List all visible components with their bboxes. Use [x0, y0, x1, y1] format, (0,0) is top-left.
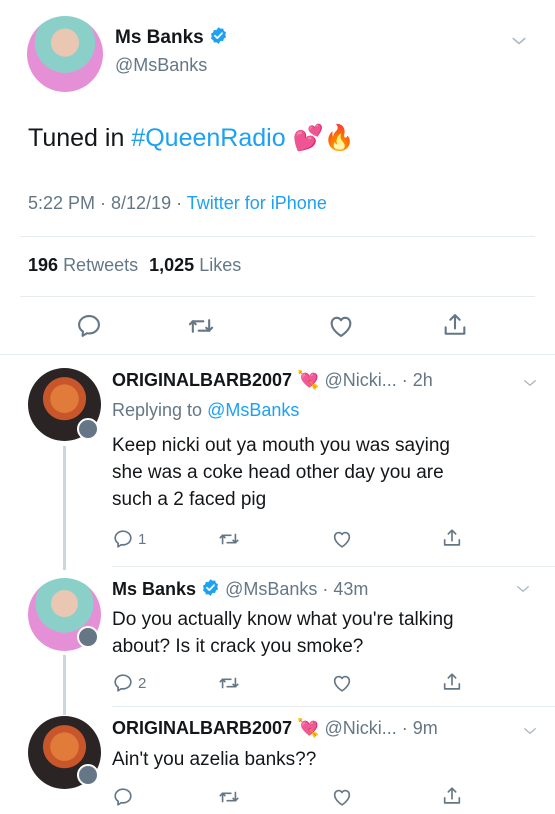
reply-text: Keep nicki out ya mouth you was saying s…	[112, 432, 450, 513]
share-icon[interactable]	[441, 785, 463, 807]
hashtag-link[interactable]: #QueenRadio	[131, 124, 285, 152]
retweets-count[interactable]: 196	[28, 255, 58, 275]
reply-count: 1	[138, 530, 147, 548]
handle[interactable]: @Nicki...	[325, 370, 397, 390]
reply-badge	[77, 626, 99, 648]
divider	[0, 354, 555, 355]
reply-icon[interactable]	[75, 312, 103, 340]
divider	[112, 706, 555, 707]
retweet-icon[interactable]	[218, 528, 240, 550]
tweet-emoji: 💕🔥	[292, 124, 355, 152]
name-emoji: 💘	[297, 370, 320, 390]
chevron-down-icon[interactable]	[521, 374, 539, 392]
chevron-down-icon[interactable]	[509, 31, 529, 51]
reply-text: Ain't you azelia banks??	[112, 746, 316, 773]
like-icon[interactable]	[331, 786, 353, 808]
retweet-icon[interactable]	[218, 786, 240, 808]
reply-icon[interactable]	[112, 786, 134, 808]
reply-icon[interactable]	[112, 672, 134, 694]
reply-text-line: about? Is it crack you smoke?	[112, 636, 364, 657]
reply-icon[interactable]	[112, 528, 134, 550]
tweet-meta: 5:22 PM · 8/12/19 · Twitter for iPhone	[28, 193, 327, 214]
replying-to: Replying to @MsBanks	[112, 400, 299, 421]
tweet-timestamp[interactable]: 5:22 PM · 8/12/19 ·	[28, 193, 182, 213]
verified-icon	[209, 26, 228, 45]
verified-icon	[201, 578, 220, 597]
reply-time: · 43m	[322, 579, 369, 599]
reply-time: · 9m	[401, 718, 438, 738]
display-name[interactable]: Ms Banks	[112, 579, 196, 599]
like-icon[interactable]	[331, 672, 353, 694]
chevron-down-icon[interactable]	[514, 580, 532, 598]
reply-text-line: Do you actually know what you're talking	[112, 609, 454, 630]
tweet-text: Tuned in #QueenRadio 💕🔥	[28, 124, 355, 153]
chevron-down-icon[interactable]	[521, 722, 539, 740]
retweet-icon[interactable]	[218, 672, 240, 694]
divider	[20, 236, 535, 237]
display-name[interactable]: Ms Banks	[115, 27, 204, 48]
reply-action[interactable]: 2	[112, 672, 146, 694]
reply-text-line: Keep nicki out ya mouth you was saying	[112, 435, 450, 456]
reply-badge	[77, 418, 99, 440]
reply-text-line: Ain't you azelia banks??	[112, 749, 317, 770]
share-icon[interactable]	[441, 311, 469, 339]
name-emoji: 💘	[297, 718, 320, 738]
replying-to-label: Replying to	[112, 400, 208, 420]
likes-count[interactable]: 1,025	[149, 255, 194, 275]
handle[interactable]: @Nicki...	[325, 718, 397, 738]
divider	[112, 566, 555, 567]
reply-header: ORIGINALBARB2007 💘 @Nicki... · 9m	[112, 718, 438, 739]
replying-to-handle[interactable]: @MsBanks	[207, 400, 299, 420]
tweet-source[interactable]: Twitter for iPhone	[187, 193, 327, 213]
handle[interactable]: @MsBanks	[115, 55, 207, 76]
tweet-text-prefix: Tuned in	[28, 124, 132, 152]
reply-text: Do you actually know what you're talking…	[112, 606, 454, 660]
handle[interactable]: @MsBanks	[225, 579, 317, 599]
display-name[interactable]: ORIGINALBARB2007	[112, 370, 292, 390]
reply-badge	[77, 764, 99, 786]
reply-action[interactable]: 1	[112, 528, 146, 550]
retweet-icon[interactable]	[187, 312, 215, 340]
like-icon[interactable]	[331, 528, 353, 550]
reply-header: ORIGINALBARB2007 💘 @Nicki... · 2h	[112, 370, 433, 391]
reply-count: 2	[138, 674, 147, 692]
retweets-label[interactable]: Retweets	[63, 255, 138, 275]
likes-label[interactable]: Likes	[199, 255, 241, 275]
thread-line	[63, 446, 66, 570]
divider	[20, 296, 535, 297]
reply-header: Ms Banks @MsBanks · 43m	[112, 578, 368, 600]
avatar[interactable]	[27, 16, 103, 92]
display-name-row[interactable]: Ms Banks	[115, 26, 228, 49]
display-name[interactable]: ORIGINALBARB2007	[112, 718, 292, 738]
reply-text-line: she was a coke head other day you are	[112, 462, 444, 483]
reply-time: · 2h	[401, 370, 433, 390]
like-icon[interactable]	[327, 312, 355, 340]
thread-line	[63, 655, 66, 715]
share-icon[interactable]	[441, 671, 463, 693]
reply-text-line: such a 2 faced pig	[112, 489, 267, 510]
share-icon[interactable]	[441, 527, 463, 549]
tweet-stats: 196 Retweets 1,025 Likes	[28, 255, 241, 276]
